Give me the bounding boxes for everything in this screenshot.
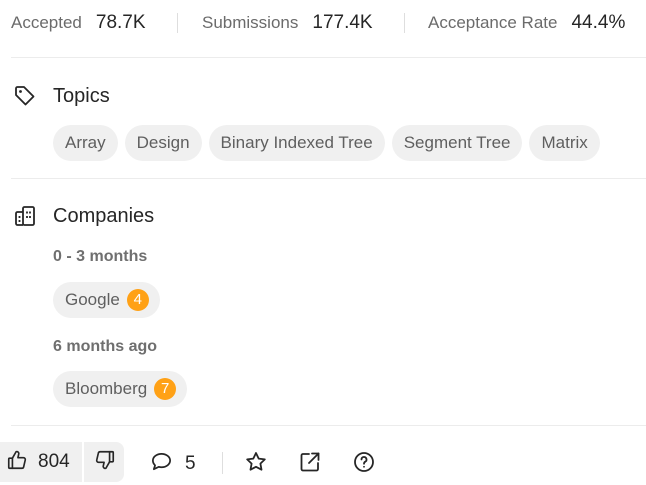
vote-group: 804: [0, 442, 124, 482]
acceptance-rate-label: Acceptance Rate: [428, 13, 558, 32]
acceptance-rate-stat: Acceptance Rate 44.4%: [428, 12, 625, 34]
company-name: Google: [65, 290, 120, 309]
accepted-stat: Accepted 78.7K: [11, 12, 146, 34]
company-name: Bloomberg: [65, 379, 148, 398]
thumbs-down-icon: [94, 449, 116, 476]
submissions-label: Submissions: [202, 13, 299, 32]
downvote-button[interactable]: [83, 442, 124, 482]
accepted-label: Accepted: [11, 13, 82, 32]
stats-divider: [177, 13, 178, 33]
topic-tags: Array Design Binary Indexed Tree Segment…: [53, 125, 600, 161]
companies-header[interactable]: Companies: [13, 204, 154, 228]
company-tag-google[interactable]: Google 4: [53, 282, 160, 318]
company-tag-bloomberg[interactable]: Bloomberg 7: [53, 371, 188, 407]
topic-tag[interactable]: Segment Tree: [391, 125, 523, 161]
topic-tag[interactable]: Binary Indexed Tree: [208, 125, 385, 161]
topic-tag[interactable]: Design: [124, 125, 202, 161]
submissions-stat: Submissions 177.4K: [202, 12, 373, 34]
share-button[interactable]: [298, 450, 322, 479]
acceptance-rate-value: 44.4%: [571, 12, 626, 33]
comment-icon: [150, 450, 173, 478]
comment-count: 5: [185, 453, 196, 474]
company-count-badge: 7: [154, 378, 177, 400]
upvote-button[interactable]: 804: [0, 442, 82, 482]
thumbs-up-icon: [6, 449, 28, 476]
companies-title: Companies: [53, 204, 155, 227]
topics-title: Topics: [53, 84, 110, 107]
tag-icon: [13, 84, 37, 108]
problem-info-panel: Accepted 78.7K Submissions 177.4K Accept…: [0, 0, 646, 485]
favorite-button[interactable]: [244, 450, 268, 479]
help-button[interactable]: [352, 450, 376, 479]
share-icon: [298, 450, 322, 479]
company-count-badge: 4: [126, 289, 149, 311]
period-label: 0 - 3 months: [53, 248, 148, 265]
help-icon: [352, 450, 376, 479]
toolbar-divider: [222, 452, 223, 474]
submissions-value: 177.4K: [312, 12, 373, 33]
building-icon: [13, 204, 37, 228]
period-label: 6 months ago: [53, 338, 158, 355]
divider: [11, 57, 646, 58]
stats-row: Accepted 78.7K Submissions 177.4K Accept…: [0, 0, 646, 48]
upvote-count: 804: [38, 451, 70, 472]
bottom-toolbar: 804 5: [0, 440, 646, 485]
accepted-value: 78.7K: [95, 12, 146, 33]
stats-divider: [404, 13, 405, 33]
topics-header[interactable]: Topics: [13, 84, 110, 108]
topic-tag[interactable]: Matrix: [529, 125, 600, 161]
divider: [11, 425, 646, 426]
comments-button[interactable]: 5: [150, 450, 196, 478]
divider: [11, 178, 646, 179]
star-icon: [244, 450, 268, 479]
topic-tag[interactable]: Array: [53, 125, 118, 161]
